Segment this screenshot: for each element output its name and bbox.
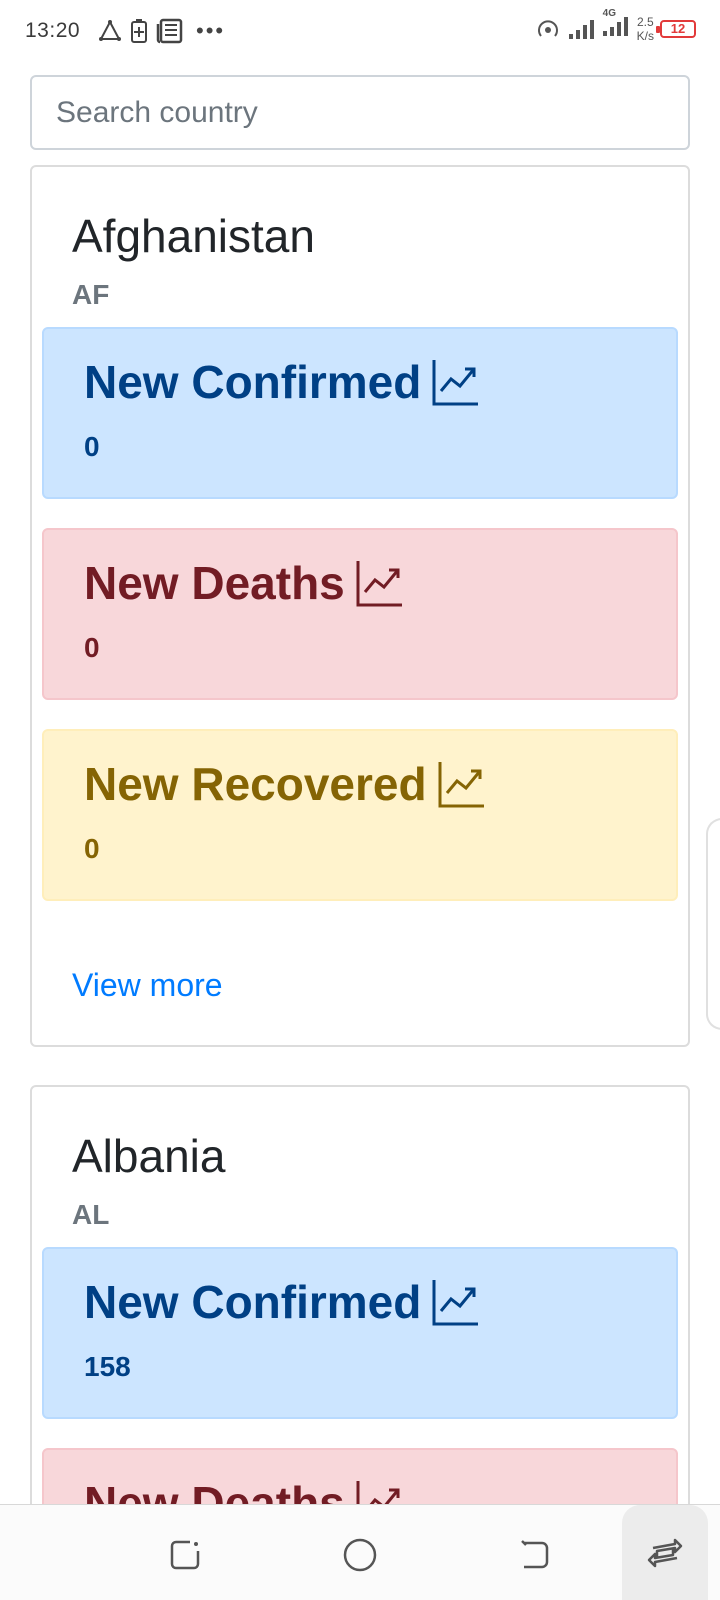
network-type-label: 4G — [602, 8, 616, 19]
new-deaths-panel: New Deaths 0 — [42, 528, 678, 700]
new-confirmed-title[interactable]: New Confirmed — [84, 1275, 481, 1329]
stat-label: New Confirmed — [84, 1276, 422, 1328]
back-button[interactable] — [506, 1527, 562, 1583]
new-deaths-title[interactable]: New Deaths — [84, 556, 405, 610]
new-confirmed-panel: New Confirmed 158 — [42, 1247, 678, 1419]
back-icon — [521, 1540, 549, 1569]
more-notifications-icon: ••• — [196, 18, 226, 43]
notification-icons: ••• — [98, 18, 225, 44]
chart-trend-icon[interactable] — [431, 357, 481, 407]
battery-saver-icon — [131, 19, 147, 43]
rotate-icon — [647, 1538, 683, 1568]
speed-value: 2.5 — [636, 14, 654, 29]
signal-icon — [568, 19, 594, 39]
stat-value: 0 — [84, 632, 100, 663]
stat-label: New Confirmed — [84, 356, 422, 408]
speed-unit: K/s — [636, 28, 654, 43]
side-drawer-handle[interactable] — [706, 818, 720, 1030]
navigation-bar — [0, 1504, 720, 1600]
stat-value: 0 — [84, 431, 100, 462]
country-card: Albania AL New Confirmed 158 New Deaths — [30, 1085, 690, 1600]
new-confirmed-title[interactable]: New Confirmed — [84, 355, 481, 409]
status-right-icons: 4G 2.5 K/s 12 — [535, 8, 696, 43]
stat-label: New Recovered — [84, 758, 427, 810]
country-name: Afghanistan — [72, 210, 315, 262]
recents-button[interactable] — [158, 1527, 214, 1583]
stat-value: 0 — [84, 833, 100, 864]
battery-level: 12 — [670, 21, 686, 36]
new-confirmed-panel: New Confirmed 0 — [42, 327, 678, 499]
chart-trend-icon[interactable] — [431, 1277, 481, 1327]
recents-icon — [170, 1540, 200, 1570]
country-card: Afghanistan AF New Confirmed 0 New Death… — [30, 165, 690, 1047]
rotate-screen-button[interactable] — [622, 1505, 708, 1600]
new-recovered-title[interactable]: New Recovered — [84, 757, 487, 811]
news-icon — [156, 18, 183, 44]
network-speed: 2.5 K/s — [637, 15, 654, 43]
status-time: 13:20 — [25, 19, 81, 42]
search-box — [30, 75, 690, 150]
country-name: Albania — [72, 1130, 226, 1182]
chart-trend-icon[interactable] — [437, 759, 487, 809]
status-bar: 13:20 ••• 4G 2.5 K/s 12 — [0, 0, 720, 62]
hotspot-icon — [537, 19, 558, 37]
view-more-link[interactable]: View more — [72, 967, 223, 1004]
signal-4g-icon: 4G — [601, 8, 631, 43]
home-circle-icon — [343, 1538, 377, 1572]
home-button[interactable] — [332, 1527, 388, 1583]
stat-label: New Deaths — [84, 557, 345, 609]
new-recovered-panel: New Recovered 0 — [42, 729, 678, 901]
search-input[interactable] — [32, 77, 688, 148]
stat-value: 158 — [84, 1351, 131, 1382]
country-code: AF — [72, 279, 110, 310]
triangle-delta-icon — [99, 19, 121, 41]
battery-icon: 12 — [656, 19, 696, 38]
chart-trend-icon[interactable] — [355, 558, 405, 608]
country-code: AL — [72, 1199, 110, 1230]
